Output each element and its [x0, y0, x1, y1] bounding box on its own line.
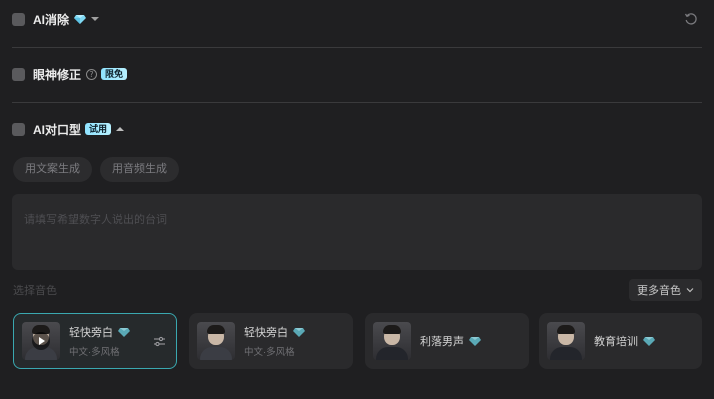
- voice-section-label: 选择音色: [13, 285, 57, 297]
- voice-name: 利落男声: [420, 336, 464, 348]
- ai-erase-checkbox[interactable]: [12, 12, 25, 26]
- help-icon[interactable]: ?: [86, 68, 98, 80]
- avatar: [373, 322, 411, 360]
- avatar: [547, 322, 585, 360]
- voice-name: 轻快旁白: [69, 327, 113, 339]
- eye-correction-label: 眼神修正: [33, 67, 82, 82]
- voice-tag: 中文·多风格: [69, 347, 120, 358]
- voice-tag: 中文·多风格: [244, 347, 295, 358]
- tab-generate-from-audio[interactable]: 用音频生成: [100, 157, 179, 182]
- ai-erase-label: AI消除: [33, 12, 70, 27]
- diamond-icon: [118, 328, 130, 337]
- lip-sync-checkbox[interactable]: [12, 122, 25, 136]
- chevron-down-icon: [686, 288, 694, 293]
- option-eye-correction[interactable]: 眼神修正 ? 限免: [12, 64, 702, 84]
- more-voices-button[interactable]: 更多音色: [629, 279, 702, 301]
- more-voices-label: 更多音色: [637, 285, 681, 297]
- lip-sync-collapse-caret[interactable]: [116, 127, 125, 131]
- avatar: [22, 322, 60, 360]
- diamond-icon: [469, 337, 481, 346]
- diamond-icon: [643, 337, 655, 346]
- diamond-icon: [293, 328, 305, 337]
- voice-card-3[interactable]: 利落男声: [365, 313, 529, 369]
- voice-name: 教育培训: [594, 336, 638, 348]
- option-ai-erase[interactable]: AI消除: [12, 9, 702, 29]
- lip-sync-label: AI对口型: [33, 122, 82, 137]
- ai-erase-dropdown-caret[interactable]: [91, 17, 100, 21]
- option-lip-sync[interactable]: AI对口型 试用: [12, 119, 702, 139]
- voice-card-2[interactable]: 轻快旁白 中文·多风格: [189, 313, 353, 369]
- voice-card-4[interactable]: 教育培训: [539, 313, 702, 369]
- voice-card-1[interactable]: 轻快旁白 中文·多风格: [13, 313, 177, 369]
- script-placeholder: 请填写希望数字人说出的台词: [24, 214, 167, 226]
- script-textarea[interactable]: 请填写希望数字人说出的台词: [12, 194, 702, 270]
- eye-correction-checkbox[interactable]: [12, 67, 25, 81]
- reset-icon[interactable]: [684, 12, 698, 26]
- tab-generate-from-text[interactable]: 用文案生成: [13, 157, 92, 182]
- diamond-icon: [74, 15, 87, 24]
- voice-name: 轻快旁白: [244, 327, 288, 339]
- free-badge: 限免: [101, 68, 128, 80]
- adjust-icon[interactable]: [153, 335, 166, 348]
- trial-badge: 试用: [85, 123, 112, 135]
- avatar: [197, 322, 235, 360]
- play-icon[interactable]: [32, 332, 50, 350]
- divider: [12, 102, 702, 103]
- divider: [12, 47, 702, 48]
